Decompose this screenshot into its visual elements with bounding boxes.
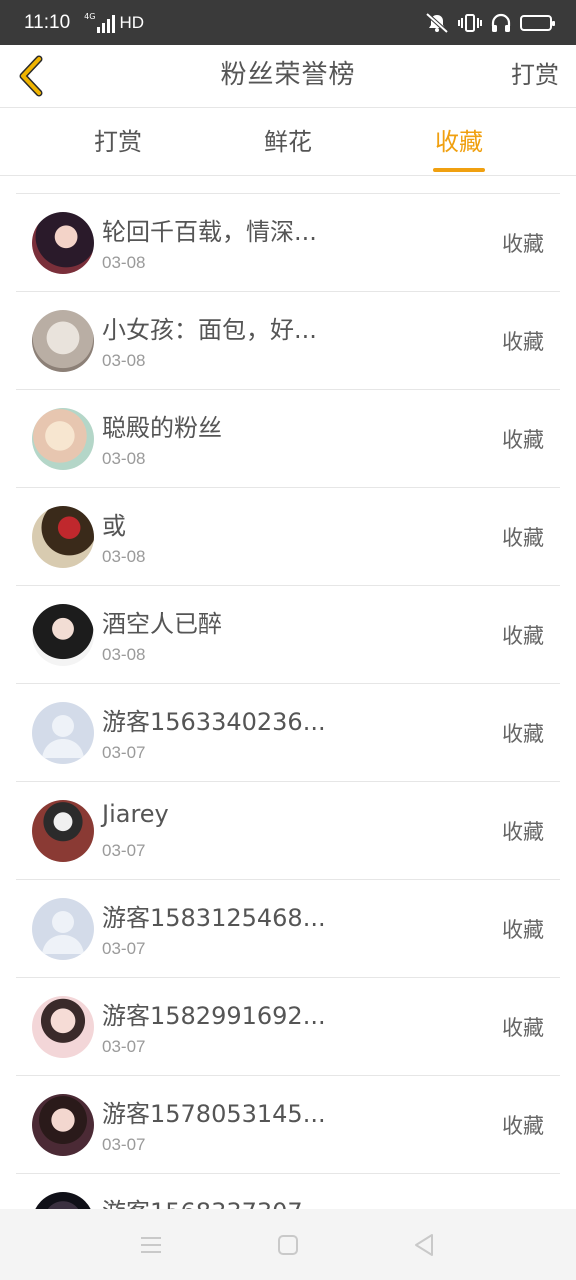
fan-date: 03-07 bbox=[102, 1037, 146, 1056]
page-title: 粉丝荣誉榜 bbox=[220, 60, 356, 90]
status-time: 11:10 bbox=[24, 11, 71, 33]
fan-name: 游客1563340236... bbox=[102, 708, 326, 736]
back-button[interactable] bbox=[10, 51, 54, 101]
fan-date: 03-07 bbox=[102, 1135, 146, 1154]
fan-name: 小女孩：面包，好... bbox=[102, 316, 317, 344]
list-item[interactable]: 游客1563340236... 03-07 收藏 bbox=[16, 684, 560, 782]
list-item[interactable]: 游客1568337307... bbox=[16, 1174, 560, 1209]
list-item[interactable]: 酒空人已醉 03-08 收藏 bbox=[16, 586, 560, 684]
status-bar: 11:10 4G HD bbox=[0, 0, 576, 45]
vibrate-icon bbox=[458, 13, 482, 32]
default-avatar-icon bbox=[42, 715, 84, 758]
avatar bbox=[32, 800, 94, 862]
fan-action: 收藏 bbox=[502, 526, 544, 550]
avatar bbox=[32, 702, 94, 764]
fan-name: 轮回千百载，情深... bbox=[102, 218, 317, 246]
avatar bbox=[32, 212, 94, 274]
list-item[interactable]: Jiarey 03-07 收藏 bbox=[16, 782, 560, 880]
tab-active-indicator bbox=[433, 168, 485, 172]
avatar bbox=[32, 506, 94, 568]
fan-name: Jiarey bbox=[102, 800, 169, 828]
fan-name: 游客1568337307... bbox=[102, 1192, 326, 1209]
network-type: 4G bbox=[84, 11, 96, 21]
fan-date: 03-07 bbox=[102, 743, 146, 762]
avatar bbox=[32, 1192, 94, 1209]
fan-date: 03-08 bbox=[102, 449, 146, 468]
headphones-icon bbox=[491, 13, 511, 32]
menu-icon[interactable] bbox=[137, 1231, 165, 1259]
tab-reward[interactable]: 打赏 bbox=[68, 108, 168, 176]
tab-flowers[interactable]: 鲜花 bbox=[238, 108, 338, 176]
fan-name: 游客1582991692... bbox=[102, 1002, 326, 1030]
fan-name: 游客1578053145... bbox=[102, 1100, 326, 1128]
fan-date: 03-07 bbox=[102, 939, 146, 958]
signal-icon: 4G bbox=[84, 11, 117, 33]
fan-date: 03-08 bbox=[102, 253, 146, 272]
fan-action: 收藏 bbox=[502, 624, 544, 648]
fan-action: 收藏 bbox=[502, 1016, 544, 1040]
fan-date: 03-08 bbox=[102, 547, 146, 566]
fan-date: 03-07 bbox=[102, 841, 146, 860]
tab-bar: 打赏 鲜花 收藏 bbox=[0, 108, 576, 176]
reward-button[interactable]: 打赏 bbox=[511, 45, 559, 108]
hd-indicator: HD bbox=[119, 12, 144, 32]
fan-action: 收藏 bbox=[502, 918, 544, 942]
fan-action: 收藏 bbox=[502, 232, 544, 256]
tab-label: 打赏 bbox=[94, 128, 142, 156]
fan-date: 03-08 bbox=[102, 645, 146, 664]
list-item[interactable]: 轮回千百载，情深... 03-08 收藏 bbox=[16, 194, 560, 292]
avatar bbox=[32, 604, 94, 666]
fan-action: 收藏 bbox=[502, 1114, 544, 1138]
avatar bbox=[32, 996, 94, 1058]
list-item[interactable]: 游客1578053145... 03-07 收藏 bbox=[16, 1076, 560, 1174]
tab-label: 鲜花 bbox=[264, 128, 312, 156]
avatar bbox=[32, 898, 94, 960]
system-nav-bar bbox=[0, 1209, 576, 1280]
home-icon[interactable] bbox=[274, 1231, 302, 1259]
fan-date: 03-08 bbox=[102, 351, 146, 370]
avatar bbox=[32, 1094, 94, 1156]
list-item[interactable]: 聪殿的粉丝 03-08 收藏 bbox=[16, 390, 560, 488]
fan-action: 收藏 bbox=[502, 820, 544, 844]
fan-action: 收藏 bbox=[502, 428, 544, 452]
fan-action: 收藏 bbox=[502, 722, 544, 746]
fan-action: 收藏 bbox=[502, 330, 544, 354]
list-item[interactable]: 或 03-08 收藏 bbox=[16, 488, 560, 586]
tab-label: 收藏 bbox=[435, 128, 483, 156]
chevron-left-icon bbox=[19, 55, 43, 97]
fan-name: 游客1583125468... bbox=[102, 904, 326, 932]
avatar bbox=[32, 310, 94, 372]
default-avatar-icon bbox=[42, 911, 84, 954]
list-item[interactable]: 游客1582991692... 03-07 收藏 bbox=[16, 978, 560, 1076]
list-item[interactable]: 游客1583125468... 03-07 收藏 bbox=[16, 880, 560, 978]
fan-list[interactable]: 轮回千百载，情深... 03-08 收藏 小女孩：面包，好... 03-08 收… bbox=[16, 176, 560, 1209]
fan-name: 聪殿的粉丝 bbox=[102, 414, 222, 442]
mute-icon bbox=[425, 12, 449, 33]
fan-name: 酒空人已醉 bbox=[102, 610, 222, 638]
tab-favorites[interactable]: 收藏 bbox=[409, 108, 509, 176]
avatar bbox=[32, 408, 94, 470]
fan-name: 或 bbox=[102, 512, 126, 540]
back-icon[interactable] bbox=[410, 1231, 438, 1259]
list-item[interactable]: 小女孩：面包，好... 03-08 收藏 bbox=[16, 292, 560, 390]
battery-icon bbox=[520, 14, 555, 31]
nav-bar: 粉丝荣誉榜 打赏 bbox=[0, 45, 576, 108]
